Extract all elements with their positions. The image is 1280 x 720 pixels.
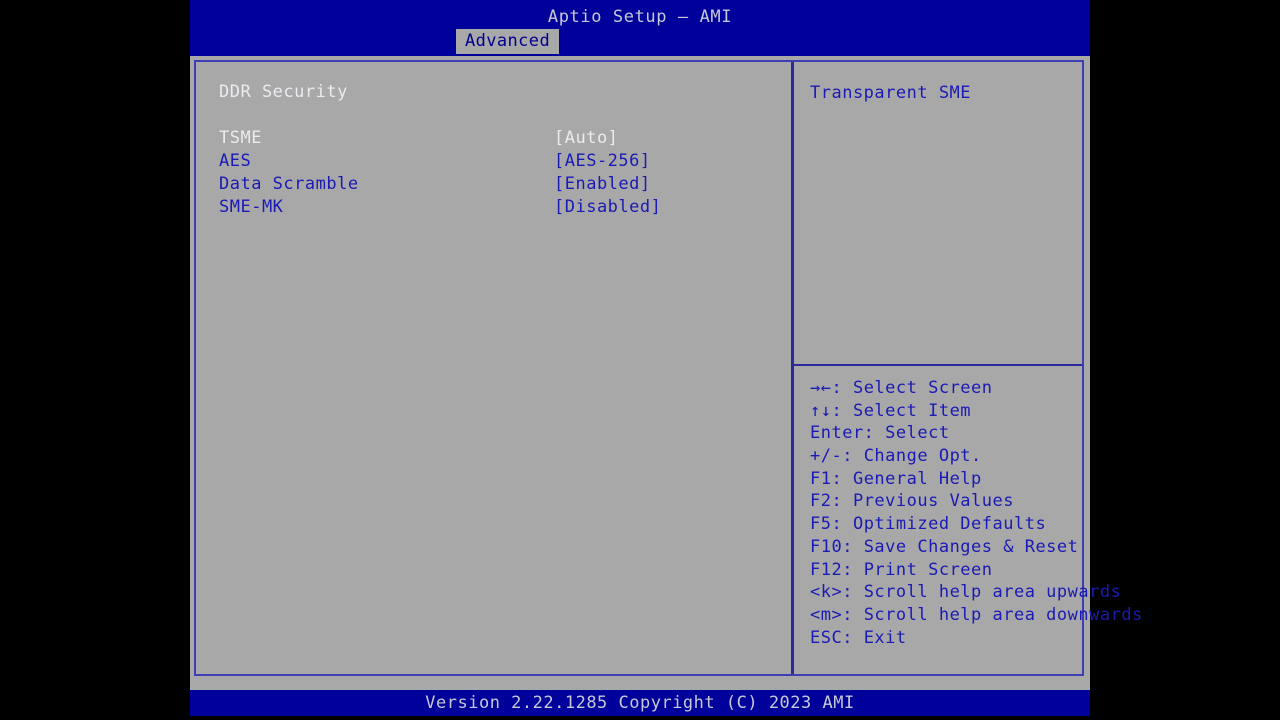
setting-label: AES (219, 151, 252, 171)
setting-row-aes[interactable]: AES [AES-256] (219, 151, 779, 174)
setting-value[interactable]: [Auto] (554, 128, 618, 148)
setting-value[interactable]: [Enabled] (554, 174, 651, 194)
legend-row: F2: Previous Values (810, 491, 1092, 514)
bios-setup-window: Aptio Setup – AMI Advanced DDR Security … (190, 0, 1142, 716)
legend-key: F1: (810, 468, 843, 489)
help-pane: Transparent SME →←: Select Screen ↑↓: Sel… (794, 62, 1142, 674)
help-description: Transparent SME (810, 83, 972, 103)
legend-action: Select (874, 423, 950, 444)
legend-key: F10: (810, 536, 853, 557)
legend-row: <k>: Scroll help area upwards (810, 582, 1121, 605)
legend-action: Select Item (842, 400, 972, 421)
legend-action: Scroll help area downwards (852, 604, 1143, 625)
legend-row: F12: Print Screen (810, 560, 1092, 583)
setting-row-tsme[interactable]: TSME [Auto] (219, 128, 779, 151)
legend-key: →←: (810, 378, 843, 398)
version-text: Version 2.22.1285 Copyright (C) 2023 AMI (425, 693, 855, 713)
page-title: Aptio Setup – AMI (547, 7, 733, 27)
legend-key: +/-: (810, 446, 853, 467)
legend-row: +/-: Change Opt. (810, 446, 1092, 469)
legend-row: <m>: Scroll help area downwards (810, 604, 1142, 628)
legend-action: Change Opt. (852, 446, 982, 467)
legend-row: →←: Select Screen (810, 378, 1092, 401)
legend-key: <m>: (810, 604, 853, 625)
legend-action: Scroll help area upwards (852, 582, 1122, 603)
setting-label: TSME (219, 128, 262, 148)
setting-row-sme-mk[interactable]: SME-MK [Disabled] (219, 197, 779, 220)
content-area: DDR Security TSME [Auto] AES [AES-256] Data … (190, 56, 1142, 685)
setting-row-data-scramble[interactable]: Data Scramble [Enabled] (219, 174, 779, 197)
setting-value[interactable]: [AES-256] (554, 151, 651, 171)
legend-action: Save Changes & Reset (852, 536, 1079, 557)
legend-action: Print Screen (852, 559, 993, 580)
legend-row: F10: Save Changes & Reset (810, 537, 1092, 560)
legend-action: General Help (842, 468, 982, 489)
settings-list: TSME [Auto] AES [AES-256] Data Scramble [Enab… (219, 128, 779, 220)
legend-key: ↑↓: (810, 400, 843, 421)
legend-row: ESC: Exit (810, 628, 1092, 651)
legend-action: Select Screen (842, 378, 993, 398)
key-legend: →←: Select Screen ↑↓: Select Item Enter: S… (810, 378, 1142, 651)
header-bar: Aptio Setup – AMI Advanced (190, 0, 1090, 56)
settings-pane: DDR Security TSME [Auto] AES [AES-256] Data … (196, 62, 791, 674)
legend-key: F12: (810, 559, 853, 580)
section-heading: DDR Security (219, 82, 348, 102)
legend-key: ESC: (810, 627, 853, 648)
footer-bar: Version 2.22.1285 Copyright (C) 2023 AMI (190, 690, 1090, 716)
help-separator (794, 364, 1082, 366)
setting-label: Data Scramble (219, 174, 359, 194)
legend-action: Exit (852, 627, 907, 648)
legend-row: F5: Optimized Defaults (810, 514, 1092, 537)
legend-action: Optimized Defaults (842, 514, 1047, 535)
setting-label: SME-MK (219, 197, 284, 217)
legend-action: Previous Values (842, 491, 1014, 512)
legend-key: F5: (810, 514, 843, 535)
legend-key: <k>: (810, 582, 853, 603)
legend-row: Enter: Select (810, 423, 1092, 446)
legend-row: F1: General Help (810, 469, 1092, 492)
tab-advanced[interactable]: Advanced (456, 29, 560, 54)
setting-value[interactable]: [Disabled] (554, 197, 661, 217)
legend-row: ↑↓: Select Item (810, 401, 1092, 424)
legend-key: F2: (810, 491, 843, 512)
content-panel: DDR Security TSME [Auto] AES [AES-256] Data … (194, 60, 1142, 676)
legend-key: Enter: (810, 423, 875, 444)
